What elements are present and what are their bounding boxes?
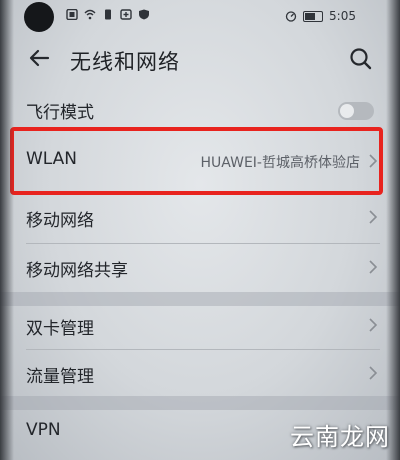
app-header: 无线和网络 — [0, 38, 400, 82]
chevron-right-icon — [369, 260, 378, 274]
highlight-annotation-box — [10, 127, 383, 195]
status-bar: 5:05 — [0, 0, 400, 34]
vpn-label: VPN — [26, 420, 61, 440]
status-right: 5:05 — [285, 9, 356, 23]
data-usage-label: 流量管理 — [26, 367, 94, 387]
phone-screen: 5:05 无线和网络 飞行模式 WLAN HUAWEI-哲城高桥体验店 移动网络… — [0, 0, 400, 460]
shield-icon — [139, 9, 149, 20]
airplane-mode-row[interactable]: 飞行模式 — [0, 92, 400, 128]
mobile-network-label: 移动网络 — [26, 211, 94, 231]
status-icons — [66, 9, 150, 20]
status-time: 5:05 — [329, 9, 356, 23]
tethering-row[interactable]: 移动网络共享 — [0, 244, 400, 294]
phone-bezel-right — [386, 0, 400, 460]
battery-saver-icon — [120, 9, 132, 20]
chevron-right-icon — [369, 318, 378, 332]
wifi-icon — [84, 9, 96, 20]
search-icon[interactable] — [348, 46, 374, 72]
notification-icon — [105, 9, 111, 20]
chevron-right-icon — [369, 366, 378, 380]
data-usage-row[interactable]: 流量管理 — [0, 350, 400, 396]
chevron-right-icon — [369, 210, 378, 224]
airplane-mode-label: 飞行模式 — [26, 103, 94, 123]
battery-icon — [303, 10, 324, 22]
front-camera — [24, 2, 54, 32]
watermark: 云南龙网 — [290, 423, 390, 451]
dual-sim-label: 双卡管理 — [26, 319, 94, 339]
back-button[interactable] — [26, 44, 54, 72]
sim-icon — [66, 9, 78, 20]
mobile-network-row[interactable]: 移动网络 — [0, 194, 400, 242]
phone-bezel-left — [0, 0, 14, 460]
tethering-label: 移动网络共享 — [26, 261, 128, 281]
page-title: 无线和网络 — [70, 50, 180, 74]
dual-sim-row[interactable]: 双卡管理 — [0, 302, 400, 348]
airplane-mode-toggle[interactable] — [338, 102, 374, 120]
data-speed-icon — [285, 10, 297, 22]
